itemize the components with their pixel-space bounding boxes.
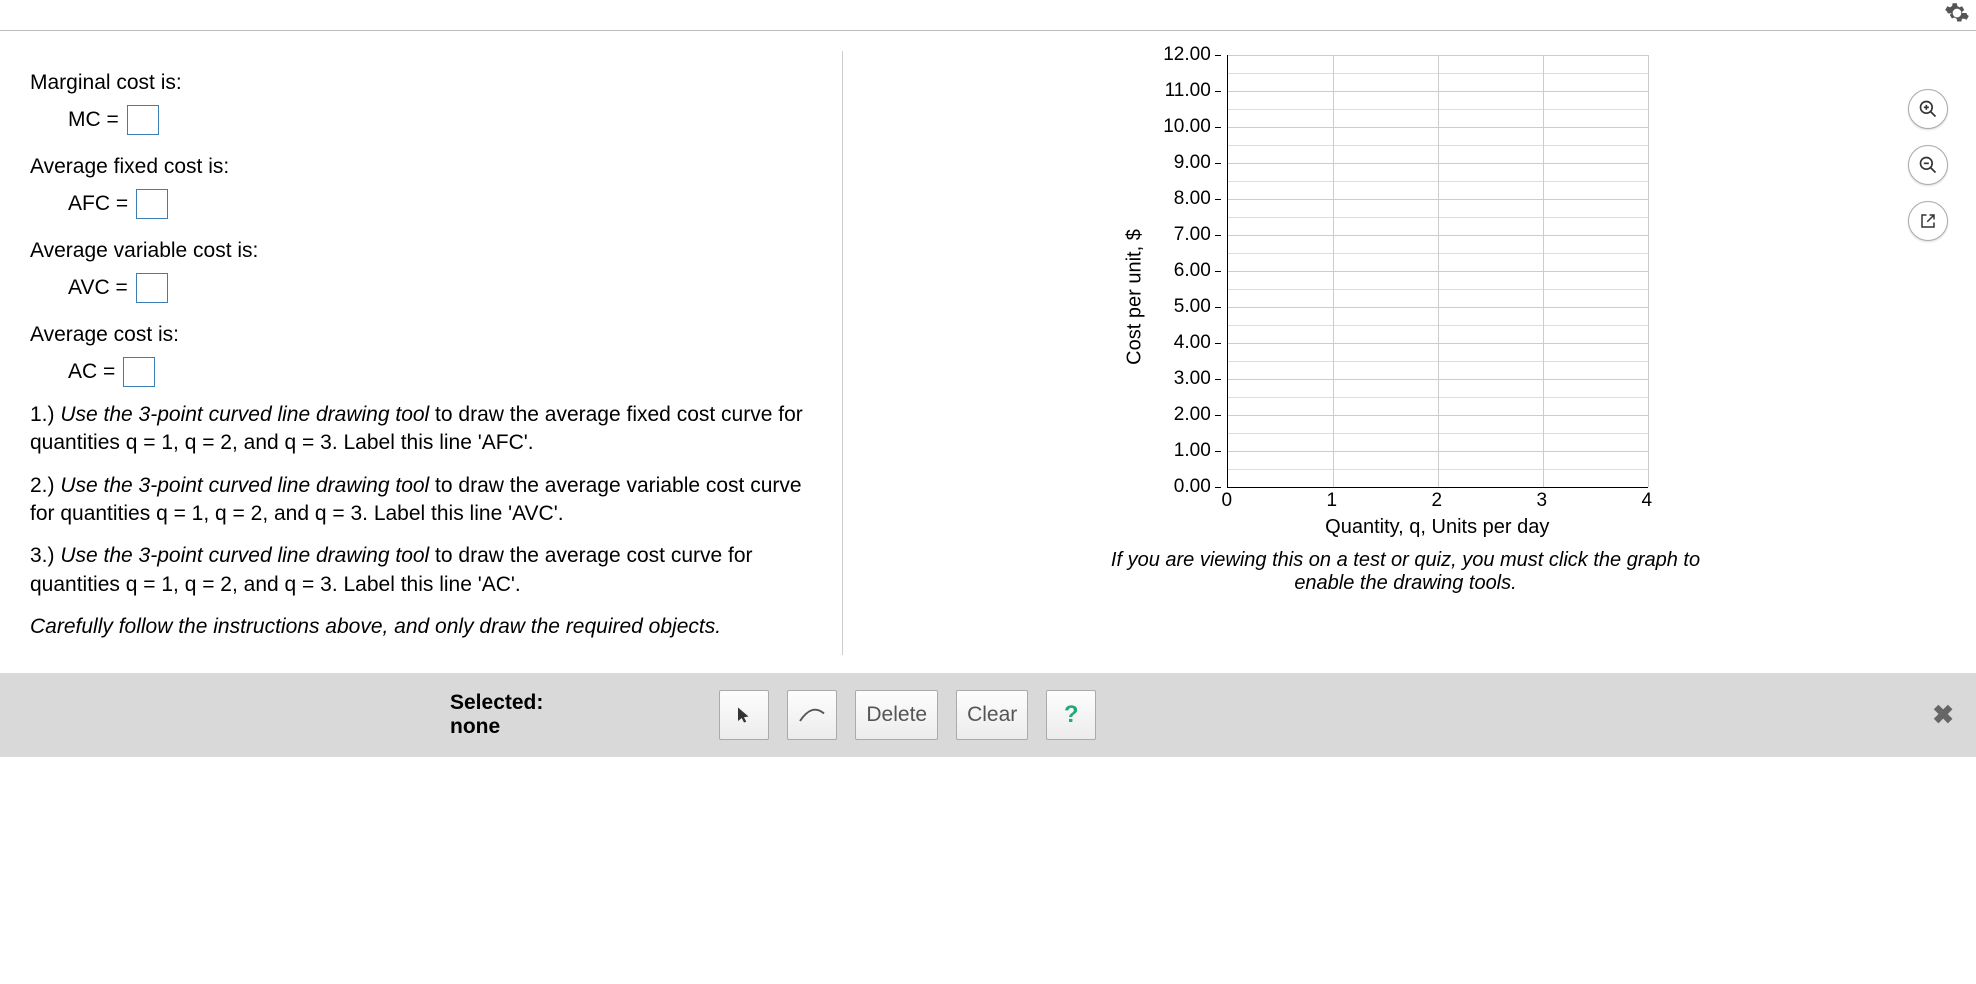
instruction-3: 3.) Use the 3-point curved line drawing …: [30, 542, 820, 599]
instruction-1: 1.) Use the 3-point curved line drawing …: [30, 401, 820, 458]
prompt-ac: Average cost is:: [30, 323, 820, 347]
clear-button[interactable]: Clear: [956, 690, 1028, 740]
zoom-out-icon[interactable]: [1908, 145, 1948, 185]
afc-input[interactable]: [136, 189, 168, 219]
drawing-toolbar: Selected: none Delete Clear ? ✖: [0, 673, 1976, 757]
ac-input[interactable]: [123, 357, 155, 387]
question-panel: Marginal cost is: MC = Average fixed cos…: [30, 51, 840, 655]
y-axis-ticks: 12.0011.0010.009.008.007.006.005.004.003…: [1163, 55, 1221, 487]
graph-hint: If you are viewing this on a test or qui…: [1096, 549, 1716, 595]
close-icon[interactable]: ✖: [1932, 700, 1954, 731]
graph-plot-area[interactable]: [1227, 55, 1648, 488]
instruction-2: 2.) Use the 3-point curved line drawing …: [30, 472, 820, 529]
delete-button[interactable]: Delete: [855, 690, 938, 740]
prompt-mc: Marginal cost is:: [30, 71, 820, 95]
afc-label: AFC =: [68, 192, 128, 216]
ac-label: AC =: [68, 360, 115, 384]
zoom-in-icon[interactable]: [1908, 89, 1948, 129]
graph-panel: Cost per unit, $ 12.0011.0010.009.008.00…: [845, 51, 1946, 655]
prompt-afc: Average fixed cost is:: [30, 155, 820, 179]
vertical-divider: [842, 51, 843, 655]
mc-input[interactable]: [127, 105, 159, 135]
selected-status: Selected: none: [450, 691, 543, 739]
avc-label: AVC =: [68, 276, 128, 300]
final-instruction: Carefully follow the instructions above,…: [30, 615, 820, 639]
help-button[interactable]: ?: [1046, 690, 1096, 740]
pointer-tool-button[interactable]: [719, 690, 769, 740]
x-axis-label: Quantity, q, Units per day: [1227, 516, 1648, 539]
settings-gear-icon[interactable]: [1944, 0, 1970, 26]
popout-icon[interactable]: [1908, 201, 1948, 241]
avc-input[interactable]: [136, 273, 168, 303]
prompt-avc: Average variable cost is:: [30, 239, 820, 263]
curve-tool-button[interactable]: [787, 690, 837, 740]
mc-label: MC =: [68, 108, 119, 132]
x-axis-ticks: 01234: [1227, 490, 1648, 512]
y-axis-label: Cost per unit, $: [1124, 229, 1147, 365]
